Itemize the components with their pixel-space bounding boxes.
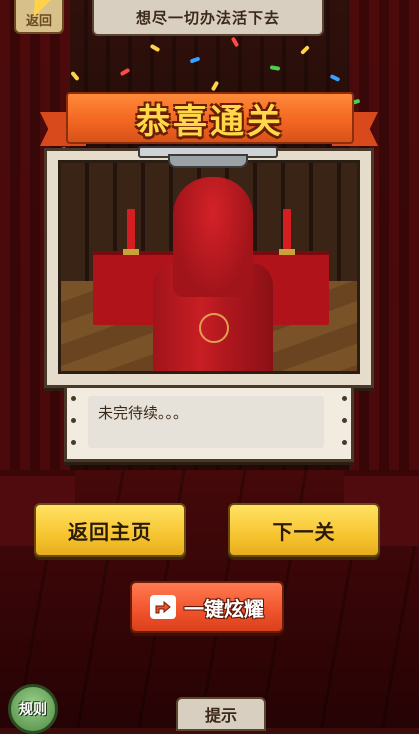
home-button[interactable]: 返回主页 xyxy=(34,503,186,557)
banner-title: 恭喜通关 xyxy=(136,101,284,142)
note-text: 未完待续。。。 xyxy=(88,396,324,448)
level-complete-banner: 恭喜通关 xyxy=(66,92,354,144)
hint-button[interactable]: 提示 xyxy=(176,697,266,731)
level-scene-image xyxy=(58,160,360,374)
rules-button[interactable]: 规则 xyxy=(8,684,58,734)
banner-hanger xyxy=(138,142,278,168)
share-label: 一键炫耀 xyxy=(184,596,264,621)
next-level-button[interactable]: 下一关 xyxy=(228,503,380,557)
candle-right xyxy=(283,209,291,249)
back-button[interactable]: 返回 xyxy=(14,0,64,34)
level-title: 想尽一切办法活下去 xyxy=(92,0,324,36)
candle-left xyxy=(127,209,135,249)
share-icon xyxy=(150,595,176,619)
bride-veil xyxy=(173,177,253,297)
share-button[interactable]: 一键炫耀 xyxy=(130,581,284,633)
